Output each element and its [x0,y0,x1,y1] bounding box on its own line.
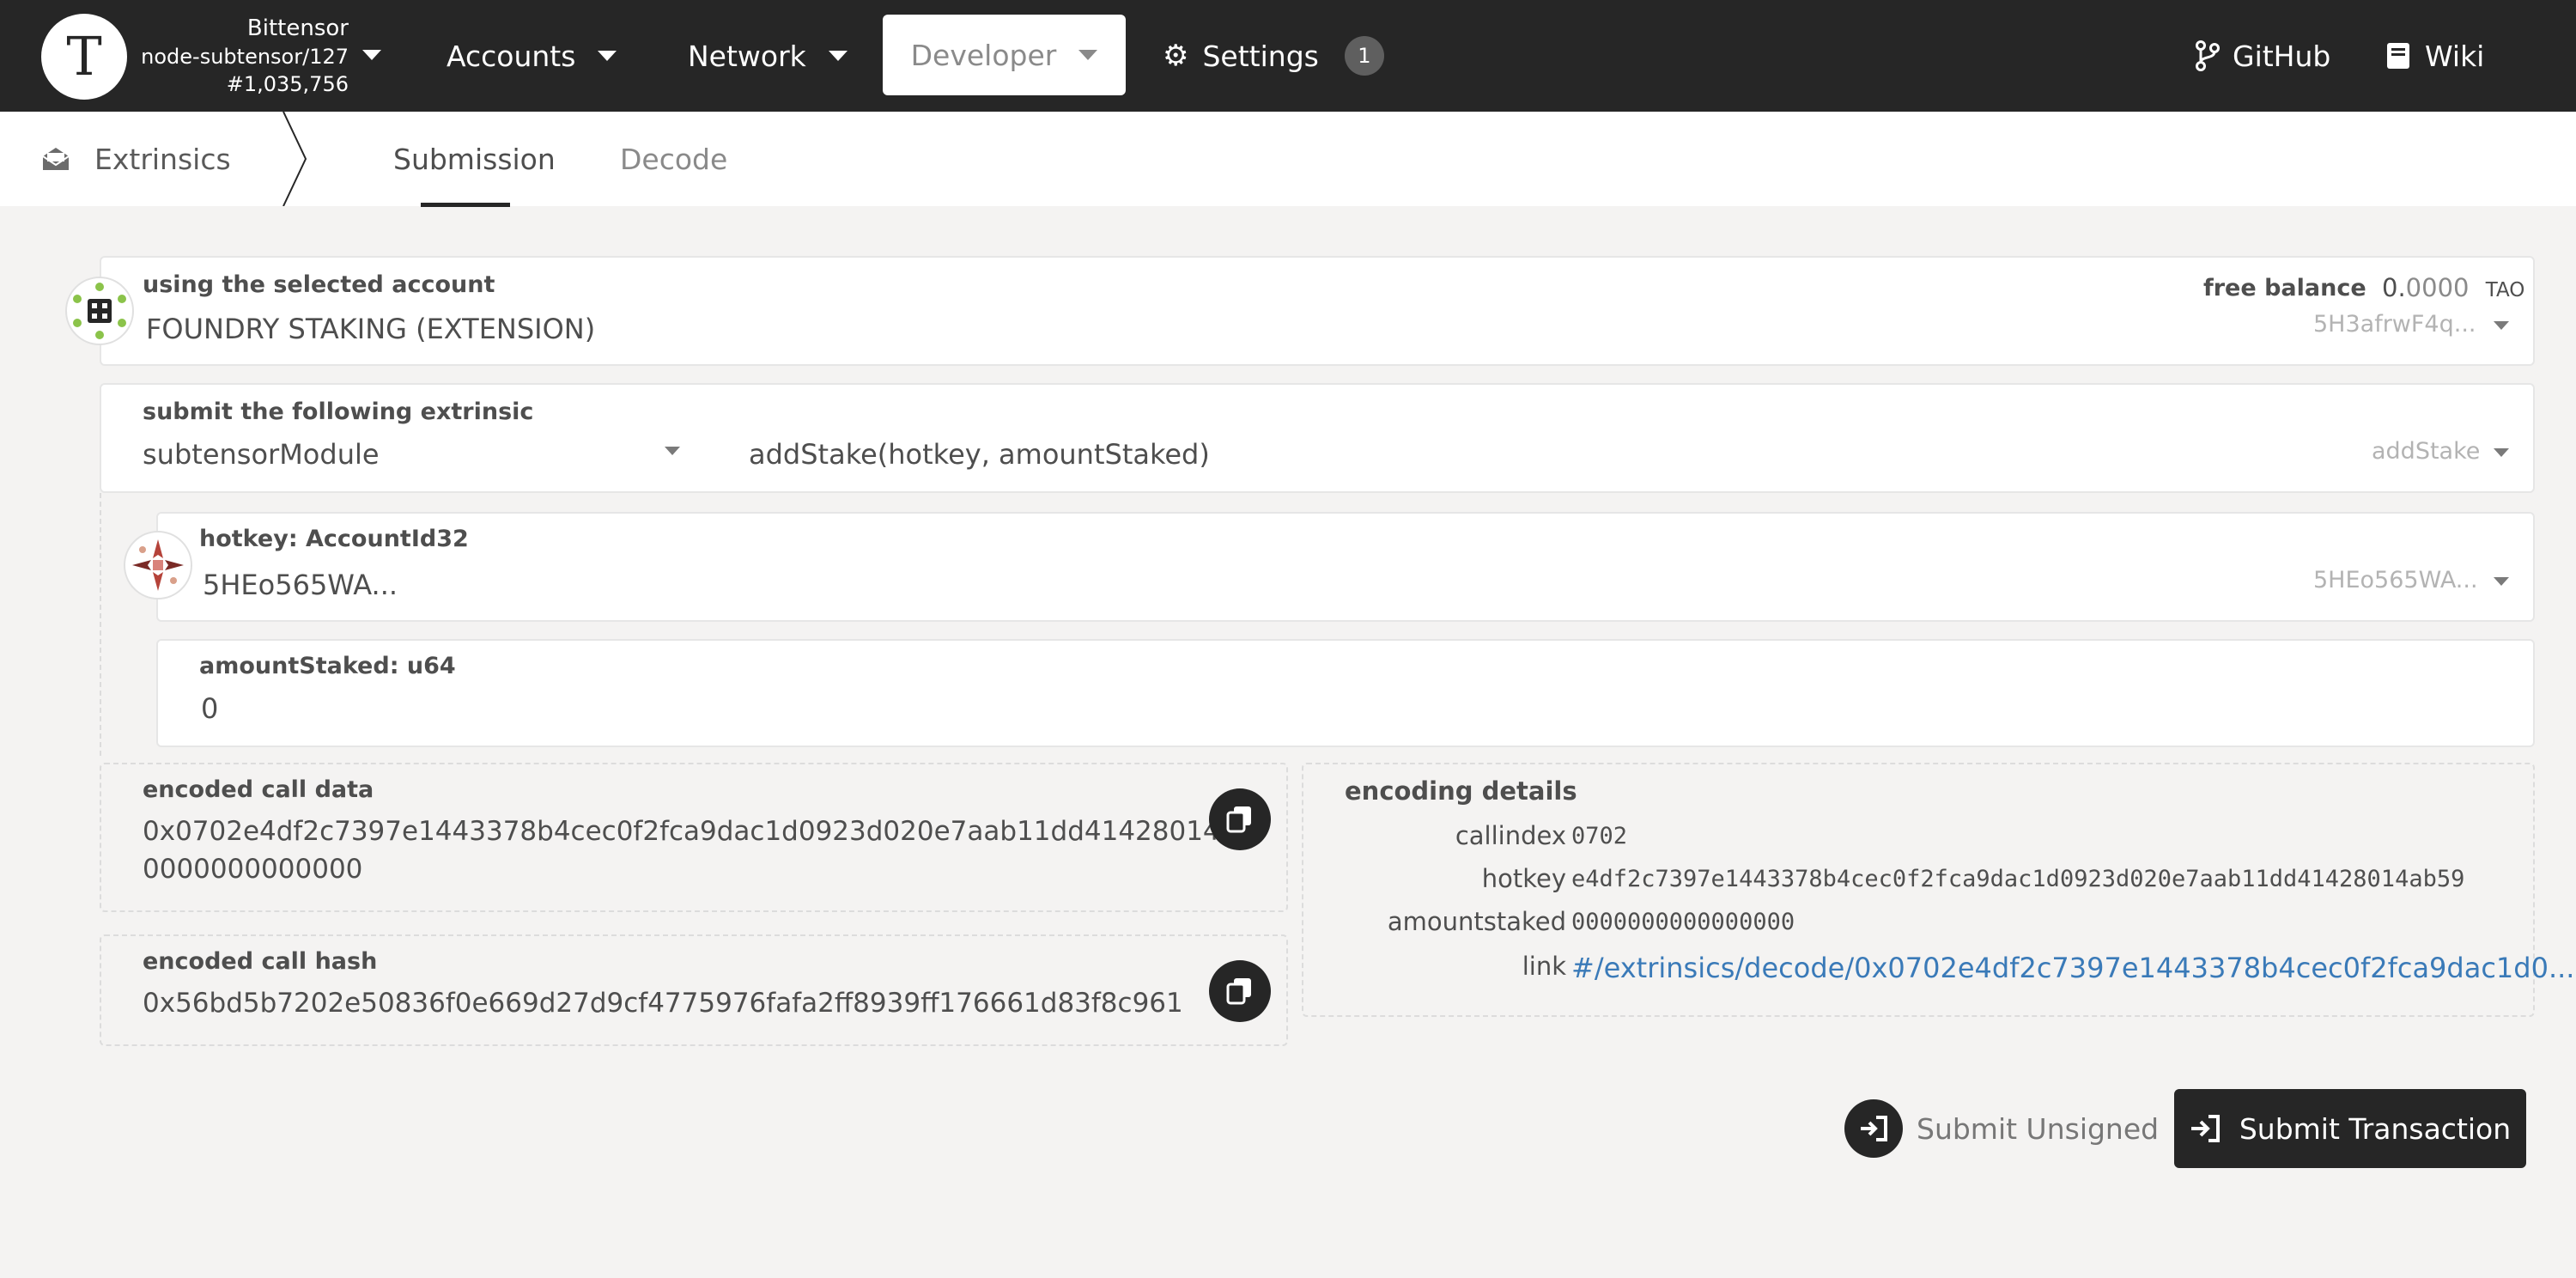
chevron-down-icon[interactable] [2494,321,2509,330]
copy-icon [1226,806,1251,833]
hotkey-field[interactable]: hotkey: AccountId32 5HEo565WA... 5HEo565… [156,512,2535,622]
tab-decode[interactable]: Decode [620,143,727,176]
bittensor-logo[interactable]: T [41,14,127,100]
submit-transaction-label: Submit Transaction [2239,1111,2512,1146]
chevron-down-icon [1078,50,1098,60]
top-navigation-bar: T Bittensor node-subtensor/127 #1,035,75… [0,0,2576,112]
free-balance-label: free balance [2203,275,2366,301]
params-rail [100,493,101,756]
nav-wiki[interactable]: Wiki [2385,0,2484,112]
callindex-key: callindex [1455,821,1566,850]
nav-settings-label: Settings [1202,39,1319,73]
balance-unit: TAO [2485,279,2525,301]
submit-unsigned-label: Submit Unsigned [1917,1111,2160,1146]
account-selector[interactable]: using the selected account FOUNDRY STAKI… [100,256,2535,366]
active-tab-indicator [421,203,510,207]
free-balance-value: 0.0000 TAO [2382,273,2524,302]
encoded-call-data: encoded call data 0x0702e4df2c7397e14433… [100,763,1288,912]
hotkey-avatar [124,531,192,599]
call-short: addStake [2372,438,2481,465]
encoded-hash-value: 0x56bd5b7202e50836f0e669d27d9cf4775976fa… [143,988,1183,1019]
block-number: #1,035,756 [226,72,349,96]
tab-submission[interactable]: Submission [393,143,556,176]
submit-unsigned-button[interactable]: Submit Unsigned [1844,1099,2159,1158]
chevron-down-icon[interactable] [665,447,680,455]
account-name: FOUNDRY STAKING (EXTENSION) [146,313,596,345]
nav-developer[interactable]: Developer [883,15,1126,95]
balance-int: 0. [2382,273,2406,302]
copy-encoded-hash-button[interactable] [1209,960,1271,1022]
chevron-down-icon[interactable] [362,50,381,60]
nav-github-label: GitHub [2233,39,2331,73]
identicon [73,283,126,339]
extrinsic-selector: submit the following extrinsic subtensor… [100,383,2535,493]
copy-encoded-data-button[interactable] [1209,788,1271,850]
nav-accounts[interactable]: Accounts [447,0,617,112]
nav-accounts-label: Accounts [447,39,576,73]
amountstaked-encoded-value: 0000000000000000 [1571,909,1795,935]
nav-wiki-label: Wiki [2425,39,2485,73]
envelope-open-icon [42,148,70,170]
chevron-down-icon[interactable] [2494,448,2509,457]
chevron-down-icon [598,51,617,61]
module-select[interactable]: subtensorModule [143,438,380,471]
nav-github[interactable]: GitHub [2195,0,2330,112]
hotkey-value: 5HEo565WA... [203,569,398,601]
amount-input[interactable]: 0 [201,692,218,725]
book-icon [2387,43,2409,69]
encoded-data-line1: 0x0702e4df2c7397e1443378b4cec0f2fca9dac1… [143,816,1233,847]
encoding-details: encoding details callindex 0702 hotkey e… [1302,763,2574,1017]
encoded-data-label: encoded call data [143,776,374,803]
chain-name: Bittensor [246,15,349,41]
sign-in-icon [2190,1115,2220,1142]
git-branch-icon [2196,40,2220,71]
identicon [132,539,184,591]
nav-network[interactable]: Network [688,0,848,112]
chain-selector[interactable]: Bittensor node-subtensor/127 #1,035,756 [129,14,349,98]
extrinsic-label: submit the following extrinsic [143,399,534,425]
encoded-hash-label: encoded call hash [143,948,378,975]
sign-in-icon [1844,1099,1903,1158]
encoded-call-hash: encoded call hash 0x56bd5b7202e50836f0e6… [100,934,1288,1046]
hotkey-encoded-value: e4df2c7397e1443378b4cec0f2fca9dac1d0923d… [1571,866,2465,892]
node-name: node-subtensor/127 [141,45,349,69]
call-select[interactable]: addStake(hotkey, amountStaked) [749,438,1210,471]
settings-badge: 1 [1344,36,1384,76]
nav-developer-label: Developer [910,38,1057,72]
gears-icon: ⚙ [1163,39,1189,73]
hotkey-short: 5HEo565WA... [2313,567,2478,593]
account-address-short: 5H3afrwF4q... [2313,311,2476,338]
sub-navigation-bar: Extrinsics Submission Decode [0,112,2576,207]
breadcrumb-separator [283,112,307,206]
nav-settings[interactable]: ⚙ Settings 1 [1163,0,1384,112]
hotkey-label: hotkey: AccountId32 [199,526,469,552]
chevron-down-icon[interactable] [2494,577,2509,586]
nav-network-label: Network [688,39,806,73]
page-title: Extrinsics [94,143,231,176]
decode-link[interactable]: #/extrinsics/decode/0x0702e4df2c7397e144… [1571,952,2574,984]
balance-dec: 0000 [2405,273,2470,302]
submit-transaction-button[interactable]: Submit Transaction [2174,1089,2526,1168]
encoding-details-title: encoding details [1345,776,1577,806]
account-avatar [65,277,134,345]
amountstaked-key: amountstaked [1387,907,1566,936]
copy-icon [1226,978,1251,1005]
chevron-down-icon [828,51,848,61]
hotkey-key: hotkey [1481,864,1566,893]
amount-staked-field[interactable]: amountStaked: u64 0 [156,639,2535,747]
callindex-value: 0702 [1571,823,1628,849]
logo-glyph: T [66,25,102,88]
amount-label: amountStaked: u64 [199,653,456,679]
link-key: link [1522,952,1566,981]
encoded-data-line2: 0000000000000 [143,854,363,885]
account-label: using the selected account [143,271,495,298]
